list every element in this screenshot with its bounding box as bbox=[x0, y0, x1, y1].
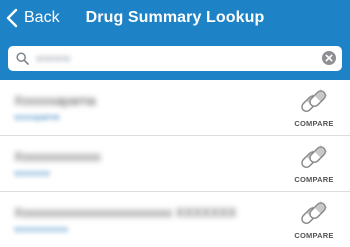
page-title: Drug Summary Lookup bbox=[85, 9, 265, 26]
compare-button[interactable]: COMPARE bbox=[292, 144, 336, 184]
list-item[interactable]: Xxxxxxxxxxxxx xxxxxxxx COMPARE bbox=[0, 136, 350, 192]
drug-name: Xxxxxxaparna bbox=[14, 93, 96, 108]
compare-label: COMPARE bbox=[294, 231, 334, 240]
pills-icon bbox=[301, 201, 328, 224]
search-field[interactable] bbox=[8, 46, 342, 71]
nav-bar: Back Drug Summary Lookup bbox=[0, 0, 350, 36]
search-input[interactable] bbox=[36, 46, 306, 71]
drug-name: Xxxxxxxxxxxxx bbox=[14, 149, 101, 164]
search-bar bbox=[0, 36, 350, 80]
compare-button[interactable]: COMPARE bbox=[292, 200, 336, 240]
pills-icon bbox=[301, 145, 328, 168]
clear-search-icon[interactable] bbox=[322, 51, 336, 65]
drug-generic-name: xxxxxparne bbox=[14, 112, 60, 122]
drug-generic-name: xxxxxxxxxxxx bbox=[14, 224, 68, 234]
list-item[interactable]: Xxxxxxxxxxxxxxxxxxxxxxxx XXXXXXX xxxxxxx… bbox=[0, 192, 350, 247]
compare-label: COMPARE bbox=[294, 119, 334, 128]
compare-label: COMPARE bbox=[294, 175, 334, 184]
search-icon bbox=[16, 52, 29, 65]
drug-generic-name: xxxxxxxx bbox=[14, 168, 50, 178]
list-item[interactable]: Xxxxxxaparna xxxxxparne COMPARE bbox=[0, 80, 350, 136]
pills-icon bbox=[301, 89, 328, 112]
drug-name: Xxxxxxxxxxxxxxxxxxxxxxxx XXXXXXX bbox=[14, 205, 237, 220]
compare-button[interactable]: COMPARE bbox=[292, 88, 336, 128]
results-list: Xxxxxxaparna xxxxxparne COMPARE Xxxxxxxx… bbox=[0, 80, 350, 247]
